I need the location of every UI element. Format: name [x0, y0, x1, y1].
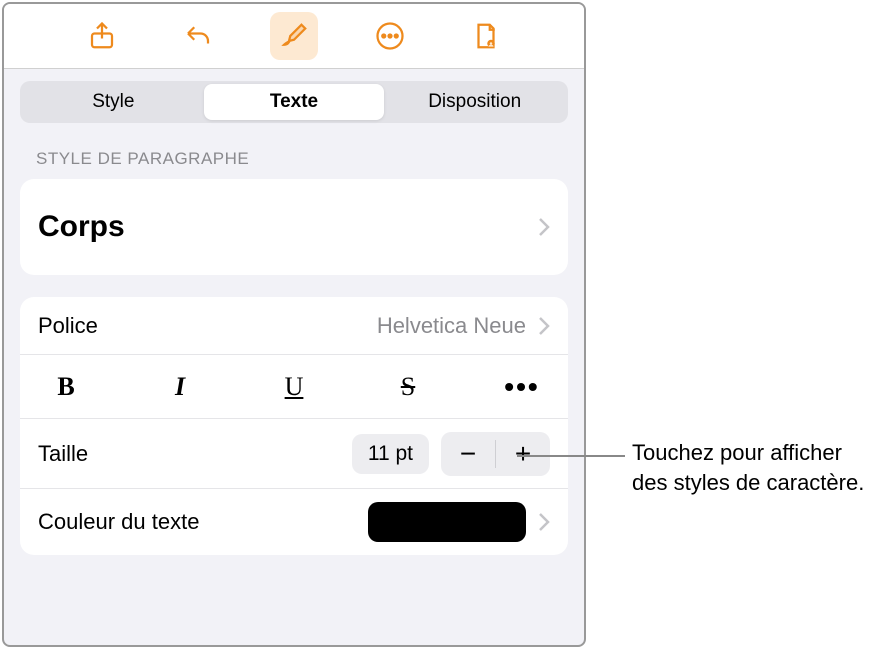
share-button[interactable]: [78, 12, 126, 60]
size-decrement-button[interactable]: −: [441, 432, 495, 476]
brush-icon: [279, 21, 309, 51]
format-button[interactable]: [270, 12, 318, 60]
undo-button[interactable]: [174, 12, 222, 60]
paragraph-style-card: Corps: [20, 179, 568, 275]
text-format-card: Police Helvetica Neue B I U S ••• Taille…: [20, 297, 568, 555]
strikethrough-button[interactable]: S: [380, 365, 436, 409]
more-icon: [375, 21, 405, 51]
callout-leader-line: [517, 455, 625, 457]
toolbar: [4, 4, 584, 69]
tab-bar: Style Texte Disposition: [4, 69, 584, 123]
bold-button[interactable]: B: [38, 365, 94, 409]
tab-text[interactable]: Texte: [204, 84, 385, 120]
italic-button[interactable]: I: [152, 365, 208, 409]
text-style-row: B I U S •••: [20, 355, 568, 419]
tab-style[interactable]: Style: [23, 84, 204, 120]
size-row: Taille 11 pt − +: [20, 419, 568, 489]
section-header-paragraph-style: Style de paragraphe: [4, 123, 584, 179]
text-color-label: Couleur du texte: [38, 509, 199, 535]
undo-icon: [183, 21, 213, 51]
size-value-button[interactable]: 11 pt: [352, 434, 429, 474]
font-label: Police: [38, 313, 98, 339]
paragraph-style-value: Corps: [38, 210, 125, 244]
text-color-swatch[interactable]: [368, 502, 526, 542]
size-stepper: − +: [441, 432, 550, 476]
share-icon: [87, 21, 117, 51]
chevron-right-icon: [538, 316, 550, 336]
document-icon: [471, 21, 501, 51]
font-value: Helvetica Neue: [377, 313, 526, 339]
callout-text: Touchez pour afficher des styles de cara…: [632, 438, 872, 497]
font-row[interactable]: Police Helvetica Neue: [20, 297, 568, 355]
more-button[interactable]: [366, 12, 414, 60]
chevron-right-icon: [538, 217, 550, 237]
size-increment-button[interactable]: +: [496, 432, 550, 476]
size-label: Taille: [38, 441, 88, 467]
text-color-row[interactable]: Couleur du texte: [20, 489, 568, 555]
tab-layout[interactable]: Disposition: [384, 84, 565, 120]
chevron-right-icon: [538, 512, 550, 532]
paragraph-style-row[interactable]: Corps: [20, 179, 568, 275]
underline-button[interactable]: U: [266, 365, 322, 409]
format-panel: Style Texte Disposition Style de paragra…: [2, 2, 586, 647]
document-options-button[interactable]: [462, 12, 510, 60]
more-text-options-button[interactable]: •••: [494, 365, 550, 409]
